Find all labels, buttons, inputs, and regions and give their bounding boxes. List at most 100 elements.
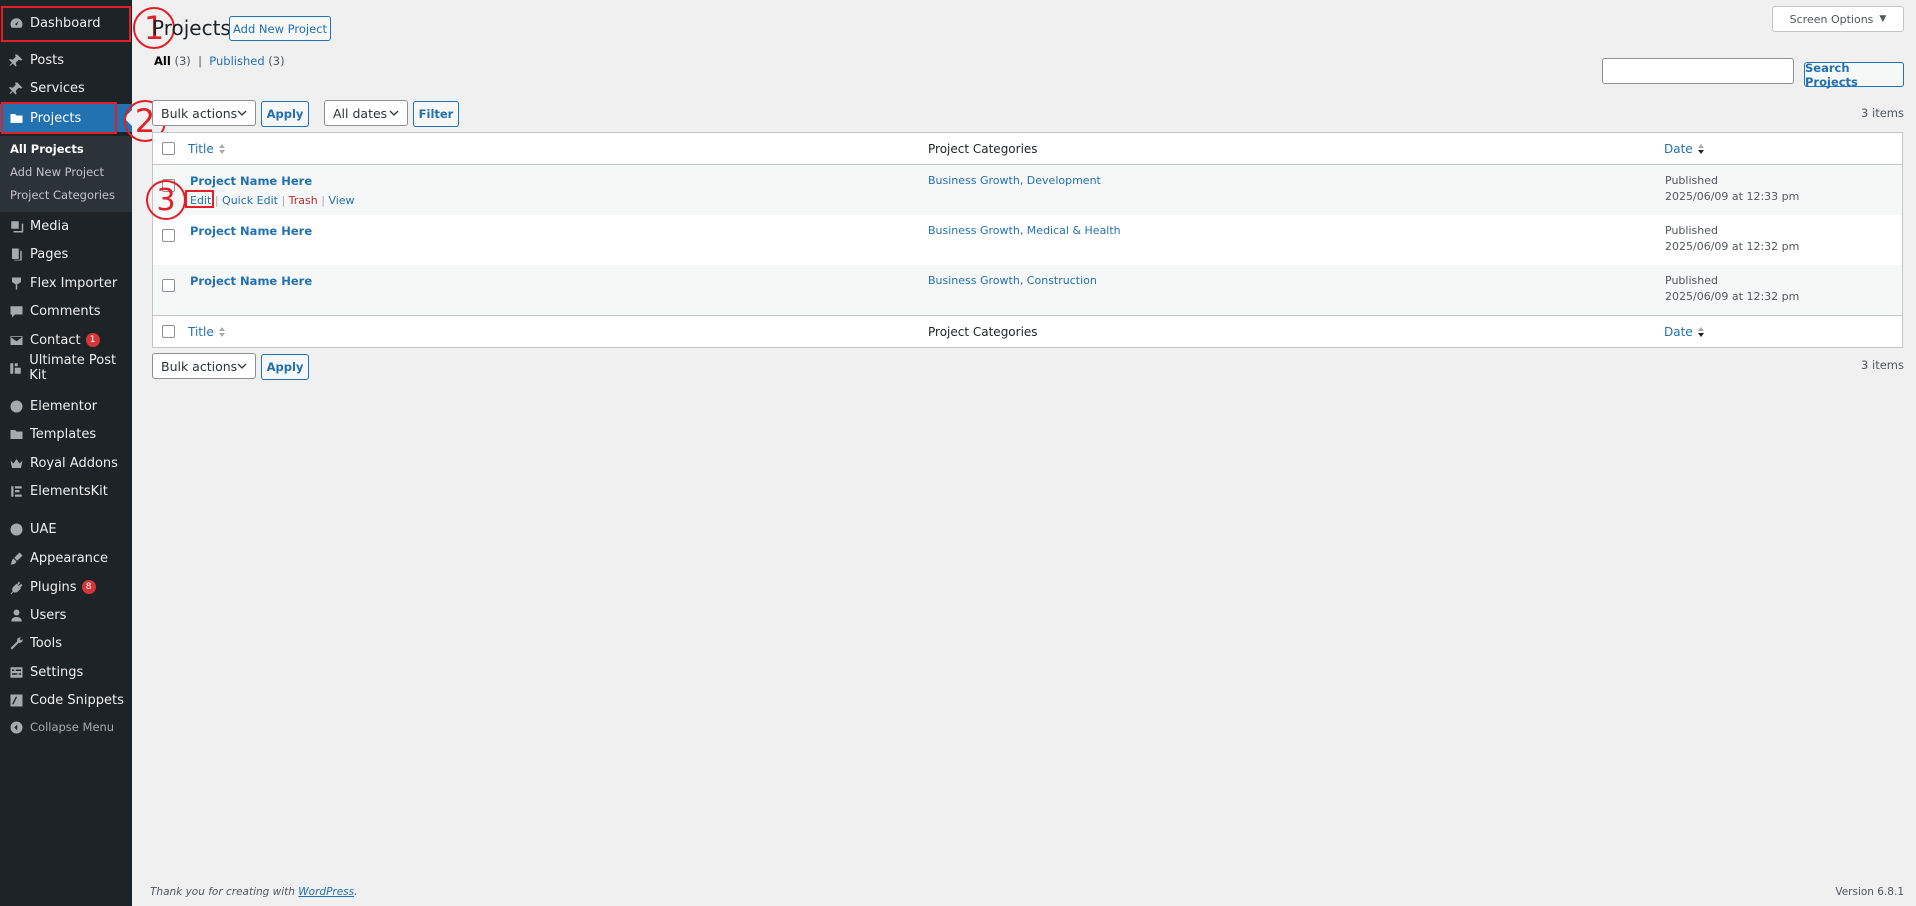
elementskit-icon: [8, 483, 24, 499]
folder-icon: [8, 110, 24, 126]
search-input[interactable]: [1602, 58, 1794, 84]
edit-link[interactable]: Edit: [190, 194, 211, 207]
sidebar-item-flex-importer[interactable]: Flex Importer: [0, 269, 132, 297]
action-separator: |: [321, 194, 325, 207]
sidebar-item-label: Posts: [30, 52, 64, 68]
row-categories[interactable]: Business Growth, Development: [928, 174, 1101, 187]
collapse-menu-button[interactable]: Collapse Menu: [0, 713, 132, 741]
sidebar-item-posts[interactable]: Posts: [0, 46, 132, 74]
select-all-checkbox[interactable]: [162, 142, 175, 155]
row-status: Published: [1665, 174, 1718, 187]
row-categories[interactable]: Business Growth, Medical & Health: [928, 224, 1121, 237]
sidebar-item-ultimate-post-kit[interactable]: Ultimate Post Kit: [0, 353, 132, 383]
quick-edit-link[interactable]: Quick Edit: [222, 194, 278, 207]
admin-sidebar: Dashboard Posts Services Projects All Pr…: [0, 0, 132, 906]
submenu-project-categories[interactable]: Project Categories: [10, 188, 115, 202]
pin-icon: [8, 80, 24, 96]
bulk-actions-select-bottom[interactable]: Bulk actions: [152, 353, 256, 379]
screen-options-button[interactable]: Screen Options ▼: [1772, 6, 1904, 32]
projects-table: Title Project Categories Date Project Na…: [152, 132, 1903, 348]
sidebar-item-templates[interactable]: Templates: [0, 420, 132, 448]
sidebar-item-appearance[interactable]: Appearance: [0, 544, 132, 572]
filter-all-link[interactable]: All: [154, 54, 171, 68]
sort-desc-icon: [1697, 326, 1704, 337]
sidebar-item-code-snippets[interactable]: Code Snippets: [0, 686, 132, 714]
current-menu-arrow: [124, 110, 132, 126]
sidebar-item-label: Media: [30, 218, 70, 234]
apply-button-bottom[interactable]: Apply: [261, 354, 309, 380]
submenu-all-projects[interactable]: All Projects: [10, 142, 84, 156]
row-categories[interactable]: Business Growth, Construction: [928, 274, 1097, 287]
row-checkbox[interactable]: [162, 229, 175, 242]
uae-icon: [8, 521, 24, 537]
sidebar-item-label: Flex Importer: [30, 275, 118, 291]
sidebar-item-royal-addons[interactable]: Royal Addons: [0, 449, 132, 477]
sidebar-item-uae[interactable]: UAE: [0, 515, 132, 543]
sidebar-item-settings[interactable]: Settings: [0, 658, 132, 686]
submenu-add-new-project[interactable]: Add New Project: [10, 165, 104, 179]
footer-version: Version 6.8.1: [1835, 886, 1904, 898]
sidebar-item-dashboard[interactable]: Dashboard: [0, 9, 132, 37]
sidebar-item-users[interactable]: Users: [0, 601, 132, 629]
plugins-update-badge: 8: [81, 580, 96, 594]
items-count-top: 3 items: [1861, 106, 1904, 120]
footer-thanks: Thank you for creating with WordPress.: [150, 886, 357, 898]
column-date-footer[interactable]: Date: [1664, 325, 1705, 339]
bulk-actions-value: Bulk actions: [161, 105, 238, 121]
sidebar-item-label: ElementsKit: [30, 483, 108, 499]
pin-icon: [8, 52, 24, 68]
row-status: Published: [1665, 224, 1718, 237]
column-title-footer[interactable]: Title: [188, 325, 226, 339]
sidebar-item-label: Tools: [30, 635, 63, 651]
sidebar-item-plugins[interactable]: Plugins 8: [0, 573, 132, 601]
sidebar-item-label: Settings: [30, 664, 84, 680]
sidebar-item-label: Projects: [30, 110, 82, 126]
sidebar-item-comments[interactable]: Comments: [0, 297, 132, 325]
trash-link[interactable]: Trash: [289, 194, 318, 207]
sidebar-item-tools[interactable]: Tools: [0, 629, 132, 657]
search-projects-button[interactable]: Search Projects: [1804, 61, 1904, 89]
sidebar-item-label: Code Snippets: [30, 692, 124, 708]
sidebar-item-label: Users: [30, 607, 67, 623]
column-title-header[interactable]: Title: [188, 142, 226, 156]
view-link[interactable]: View: [328, 194, 354, 207]
screen-options-label: Screen Options: [1789, 12, 1874, 26]
apply-button-top[interactable]: Apply: [261, 101, 309, 127]
date-filter-value: All dates: [333, 105, 388, 121]
date-filter-select[interactable]: All dates: [324, 100, 408, 126]
plugin-icon: [8, 579, 24, 595]
filter-button[interactable]: Filter: [413, 101, 459, 127]
action-separator: |: [214, 194, 219, 207]
row-actions: Edit | Quick Edit | Trash | View: [190, 194, 355, 207]
row-title-link[interactable]: Project Name Here: [190, 174, 312, 188]
sidebar-item-services[interactable]: Services: [0, 74, 132, 102]
row-title-link[interactable]: Project Name Here: [190, 274, 312, 288]
collapse-menu-label: Collapse Menu: [30, 720, 115, 734]
select-all-checkbox-bottom[interactable]: [162, 325, 175, 338]
post-kit-icon: [8, 360, 23, 376]
footer-thanks-suffix: .: [354, 886, 358, 898]
sidebar-item-elementor[interactable]: Elementor: [0, 392, 132, 420]
column-title-label: Title: [188, 324, 214, 339]
row-date: 2025/06/09 at 12:32 pm: [1665, 240, 1800, 253]
sidebar-item-label: Services: [30, 80, 85, 96]
wordpress-link[interactable]: WordPress: [298, 886, 354, 898]
flex-importer-icon: [8, 275, 24, 291]
row-checkbox[interactable]: [162, 179, 175, 192]
sidebar-item-elementskit[interactable]: ElementsKit: [0, 477, 132, 505]
filter-published-count: (3): [268, 54, 285, 68]
row-checkbox[interactable]: [162, 279, 175, 292]
sidebar-item-contact[interactable]: Contact 1: [0, 326, 132, 354]
sidebar-item-media[interactable]: Media: [0, 212, 132, 240]
sidebar-item-projects[interactable]: Projects: [0, 104, 132, 132]
items-count-bottom: 3 items: [1861, 358, 1904, 372]
sort-icon: [218, 143, 225, 154]
bulk-actions-select-top[interactable]: Bulk actions: [152, 100, 256, 126]
add-new-project-button[interactable]: Add New Project: [229, 16, 331, 41]
column-date-header[interactable]: Date: [1664, 142, 1705, 156]
column-categories-footer: Project Categories: [928, 324, 1038, 339]
sidebar-item-pages[interactable]: Pages: [0, 240, 132, 268]
folder-icon: [8, 426, 24, 442]
row-title-link[interactable]: Project Name Here: [190, 224, 312, 238]
filter-published-link[interactable]: Published: [209, 54, 264, 68]
